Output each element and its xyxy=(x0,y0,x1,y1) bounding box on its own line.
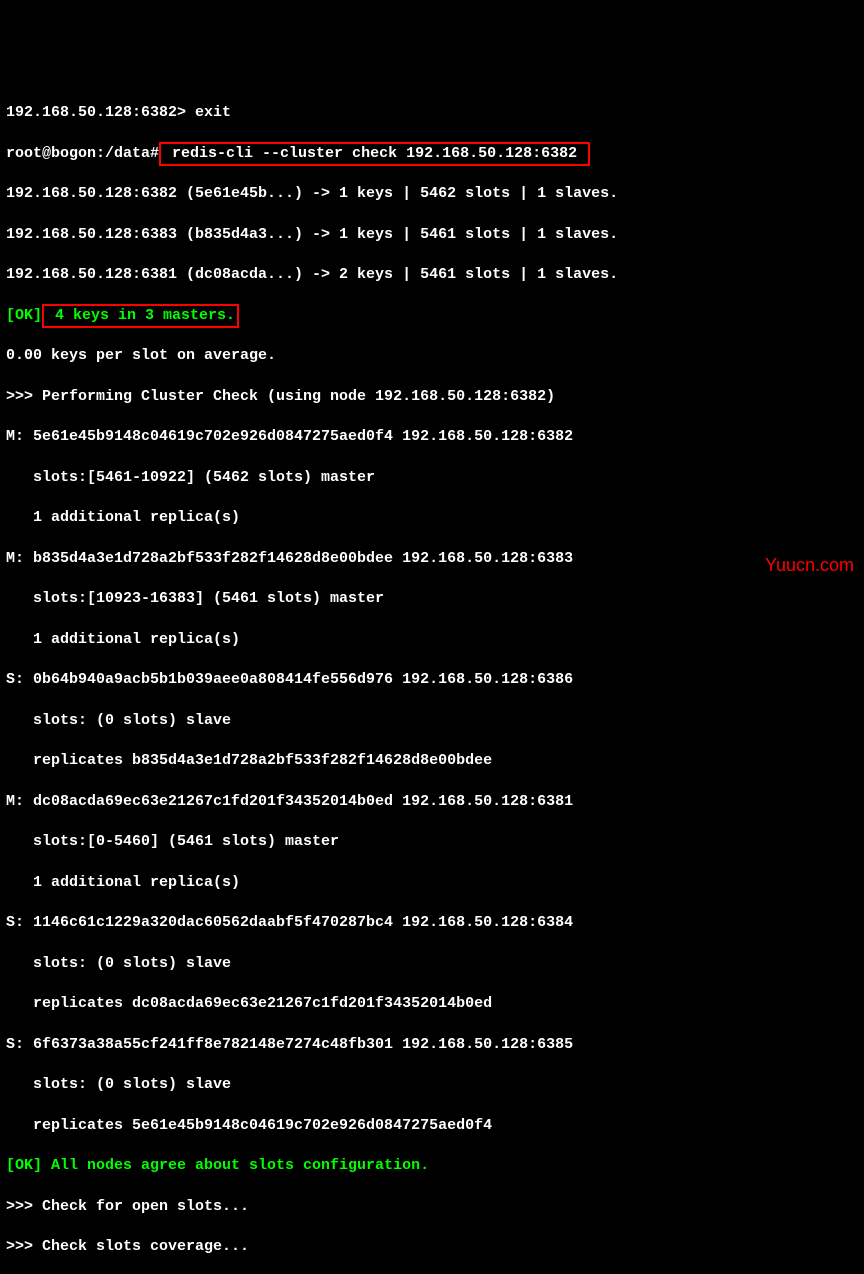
slots-line: slots:[5461-10922] (5462 slots) master xyxy=(6,468,858,488)
replica-line: 1 additional replica(s) xyxy=(6,508,858,528)
replicates-line: replicates 5e61e45b9148c04619c702e926d08… xyxy=(6,1116,858,1136)
ok-label: [OK] xyxy=(6,307,42,324)
slots-line: slots:[0-5460] (5461 slots) master xyxy=(6,832,858,852)
section-header: >>> Performing Cluster Check (using node… xyxy=(6,387,858,407)
slots-line: slots: (0 slots) slave xyxy=(6,954,858,974)
output-line: 192.168.50.128:6381 (dc08acda...) -> 2 k… xyxy=(6,265,858,285)
terminal-output[interactable]: 192.168.50.128:6382> exit root@bogon:/da… xyxy=(6,83,858,1274)
replicates-line: replicates b835d4a3e1d728a2bf533f282f146… xyxy=(6,751,858,771)
check-line: >>> Check slots coverage... xyxy=(6,1237,858,1257)
slave-node-line: S: 1146c61c1229a320dac60562daabf5f470287… xyxy=(6,913,858,933)
slave-node-line: S: 6f6373a38a55cf241ff8e782148e7274c48fb… xyxy=(6,1035,858,1055)
output-line: 0.00 keys per slot on average. xyxy=(6,346,858,366)
master-node-line: M: b835d4a3e1d728a2bf533f282f14628d8e00b… xyxy=(6,549,858,569)
slots-line: slots: (0 slots) slave xyxy=(6,711,858,731)
output-ok-line: [OK] 4 keys in 3 masters. xyxy=(6,306,858,326)
output-line: 192.168.50.128:6382> exit xyxy=(6,103,858,123)
slots-line: slots: (0 slots) slave xyxy=(6,1075,858,1095)
output-line: 192.168.50.128:6382 (5e61e45b...) -> 1 k… xyxy=(6,184,858,204)
replica-line: 1 additional replica(s) xyxy=(6,873,858,893)
replicates-line: replicates dc08acda69ec63e21267c1fd201f3… xyxy=(6,994,858,1014)
highlight-command: redis-cli --cluster check 192.168.50.128… xyxy=(159,142,590,166)
output-line: 192.168.50.128:6383 (b835d4a3...) -> 1 k… xyxy=(6,225,858,245)
command-line: root@bogon:/data# redis-cli --cluster ch… xyxy=(6,144,858,164)
shell-prompt: root@bogon:/data# xyxy=(6,145,159,162)
check-line: >>> Check for open slots... xyxy=(6,1197,858,1217)
slots-line: slots:[10923-16383] (5461 slots) master xyxy=(6,589,858,609)
master-node-line: M: dc08acda69ec63e21267c1fd201f34352014b… xyxy=(6,792,858,812)
ok-line: [OK] All nodes agree about slots configu… xyxy=(6,1156,858,1176)
slave-node-line: S: 0b64b940a9acb5b1b039aee0a808414fe556d… xyxy=(6,670,858,690)
watermark-text: Yuucn.com xyxy=(765,553,854,577)
master-node-line: M: 5e61e45b9148c04619c702e926d0847275aed… xyxy=(6,427,858,447)
highlight-keys-masters: 4 keys in 3 masters. xyxy=(42,304,239,328)
replica-line: 1 additional replica(s) xyxy=(6,630,858,650)
